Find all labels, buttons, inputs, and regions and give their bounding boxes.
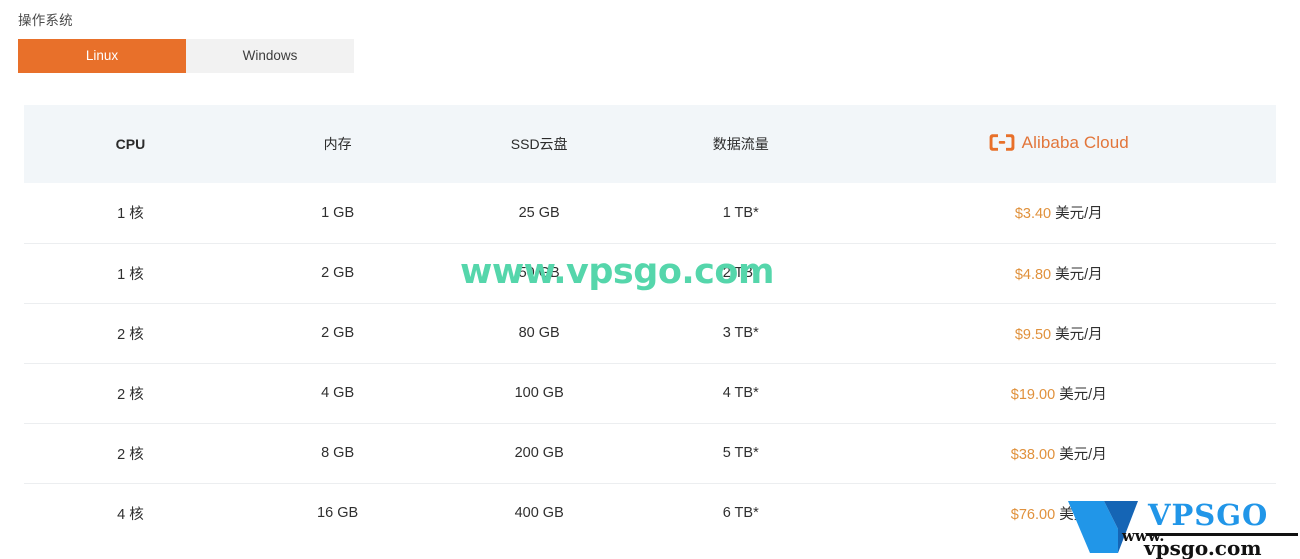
cell-ssd: 80 GB: [518, 325, 560, 341]
cell-price: $3.40 美元/月: [842, 183, 1276, 243]
cell-price: $38.00 美元/月: [842, 423, 1276, 483]
tab-linux[interactable]: Linux: [18, 39, 186, 73]
cell-traffic: 1 TB*: [722, 204, 759, 221]
table-row[interactable]: 2 核 4 GB 100 GB 4 TB* $19.00 美元/月: [24, 363, 1276, 423]
price-amount: $3.40: [1014, 206, 1052, 223]
price-amount: $76.00: [1010, 506, 1056, 523]
cell-memory: 16 GB: [317, 505, 359, 522]
os-tab-group: Linux Windows: [18, 39, 354, 73]
cell-memory: 4 GB: [321, 385, 355, 401]
cell-traffic: 2 TB*: [722, 265, 759, 281]
column-header-memory: 内存: [323, 136, 352, 152]
table-header-row: CPU 内存 SSD云盘 数据流量 Alibaba Cloud: [24, 105, 1276, 183]
cell-price: $4.80 美元/月: [842, 243, 1276, 303]
cell-traffic: 3 TB*: [722, 325, 759, 341]
price-amount: $38.00: [1010, 446, 1056, 463]
cell-ssd: 400 GB: [514, 505, 564, 522]
cell-cpu: 2 核: [117, 326, 144, 343]
cell-price: $9.50 美元/月: [842, 303, 1276, 363]
column-header-traffic: 数据流量: [712, 136, 769, 152]
cell-cpu: 2 核: [117, 446, 144, 463]
cell-ssd: 200 GB: [514, 445, 564, 461]
price-amount: $9.50: [1014, 326, 1052, 343]
price-unit: 美元/月: [1059, 446, 1107, 463]
alibaba-cloud-wordmark: Alibaba Cloud: [1021, 133, 1129, 152]
spec-table-head: CPU 内存 SSD云盘 数据流量 Alibaba Cloud: [24, 105, 1276, 183]
cell-traffic: 5 TB*: [722, 445, 759, 461]
table-row[interactable]: 1 核 1 GB 25 GB 1 TB* $3.40 美元/月: [24, 183, 1276, 243]
table-row[interactable]: 4 核 16 GB 400 GB 6 TB* $76.00 美元/月: [24, 483, 1276, 543]
alibaba-cloud-bracket-icon: [989, 134, 1015, 151]
table-row[interactable]: 2 核 8 GB 200 GB 5 TB* $38.00 美元/月: [24, 423, 1276, 483]
cell-cpu: 1 核: [117, 206, 144, 223]
table-row[interactable]: 1 核 2 GB 50 GB 2 TB* $4.80 美元/月: [24, 243, 1276, 303]
cell-ssd: 25 GB: [518, 204, 560, 221]
alibaba-cloud-logo: Alibaba Cloud: [989, 133, 1129, 152]
cell-price: $19.00 美元/月: [842, 363, 1276, 423]
cell-ssd: 100 GB: [514, 385, 564, 401]
column-header-provider: Alibaba Cloud: [842, 105, 1276, 183]
price-unit: 美元/月: [1059, 506, 1107, 523]
price-unit: 美元/月: [1055, 266, 1103, 283]
column-header-cpu: CPU: [115, 136, 146, 152]
tab-linux-label: Linux: [85, 48, 119, 64]
cell-cpu: 2 核: [117, 386, 144, 403]
tab-windows-label: Windows: [242, 48, 298, 64]
price-amount: $19.00: [1010, 386, 1056, 403]
cell-price: $76.00 美元/月: [842, 483, 1276, 543]
price-amount: $4.80: [1014, 266, 1052, 283]
os-selector-label: 操作系统: [18, 13, 73, 28]
cell-ssd: 50 GB: [518, 265, 560, 281]
price-unit: 美元/月: [1059, 386, 1107, 403]
cell-traffic: 4 TB*: [722, 385, 759, 401]
spec-table-body: 1 核 1 GB 25 GB 1 TB* $3.40 美元/月 1 核 2 GB 50 GB 2…: [24, 183, 1276, 543]
spec-table-container: CPU 内存 SSD云盘 数据流量 Alibaba Cloud 1 核1 GB …: [0, 105, 1300, 543]
cell-cpu: 4 核: [117, 506, 144, 523]
cell-cpu: 1 核: [117, 266, 144, 283]
cell-traffic: 6 TB*: [722, 505, 759, 522]
cell-memory: 2 GB: [321, 325, 355, 341]
price-unit: 美元/月: [1055, 206, 1103, 223]
os-selector-section: 操作系统 Linux Windows: [0, 0, 1300, 73]
price-unit: 美元/月: [1055, 326, 1103, 343]
cell-memory: 1 GB: [321, 204, 355, 221]
cell-memory: 8 GB: [321, 445, 355, 461]
cell-memory: 2 GB: [321, 265, 355, 281]
tab-windows[interactable]: Windows: [186, 39, 354, 73]
table-row[interactable]: 2 核 2 GB 80 GB 3 TB* $9.50 美元/月: [24, 303, 1276, 363]
spec-table: CPU 内存 SSD云盘 数据流量 Alibaba Cloud 1 核1 GB …: [24, 105, 1276, 543]
column-header-ssd: SSD云盘: [510, 136, 568, 152]
